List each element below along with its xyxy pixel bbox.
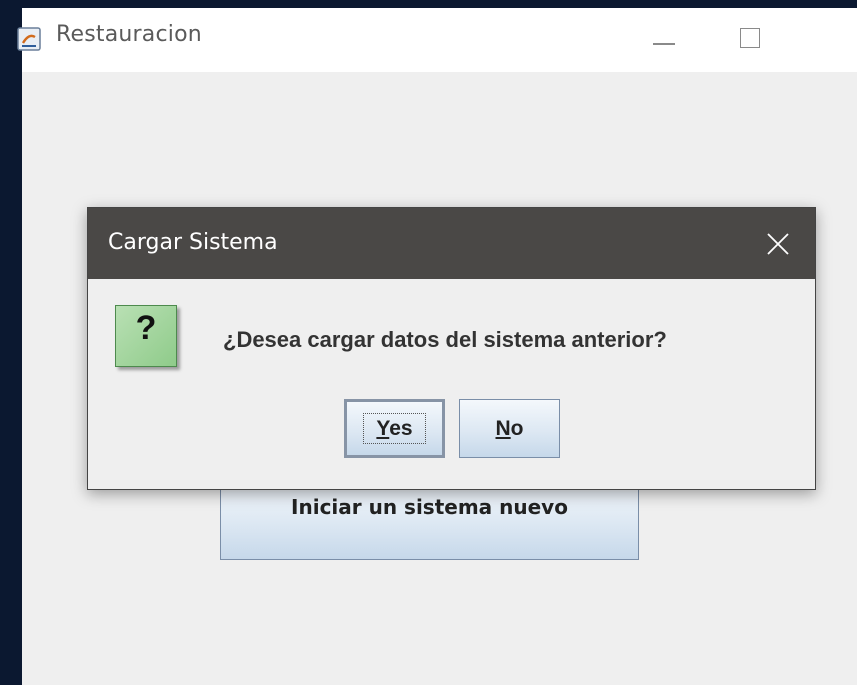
dialog-titlebar[interactable]: Cargar Sistema	[88, 208, 815, 279]
maximize-button[interactable]	[726, 18, 786, 62]
question-glyph: ?	[135, 309, 157, 347]
main-titlebar[interactable]: Restauracion	[17, 8, 857, 72]
focus-ring	[363, 413, 426, 444]
close-icon	[828, 18, 857, 62]
minimize-button[interactable]	[634, 18, 694, 62]
yes-button[interactable]: Yes	[344, 399, 445, 458]
java-app-icon	[17, 27, 41, 51]
no-label-rest: o	[510, 417, 524, 440]
close-window-button[interactable]	[828, 18, 857, 62]
desktop-background: Restauracion Iniciar un sistema nuevo Ca…	[0, 0, 857, 685]
dialog-close-button[interactable]	[760, 228, 794, 260]
dialog-title: Cargar Sistema	[108, 230, 278, 255]
confirm-dialog: Cargar Sistema ? ¿Desea cargar datos del…	[87, 207, 816, 490]
close-icon	[767, 233, 789, 255]
no-button[interactable]: No	[459, 399, 560, 458]
no-mnemonic: N	[495, 417, 511, 440]
dialog-message: ¿Desea cargar datos del sistema anterior…	[223, 327, 667, 352]
new-system-button[interactable]: Iniciar un sistema nuevo	[220, 478, 639, 560]
main-window-title: Restauracion	[56, 22, 202, 47]
question-icon: ?	[115, 305, 177, 367]
